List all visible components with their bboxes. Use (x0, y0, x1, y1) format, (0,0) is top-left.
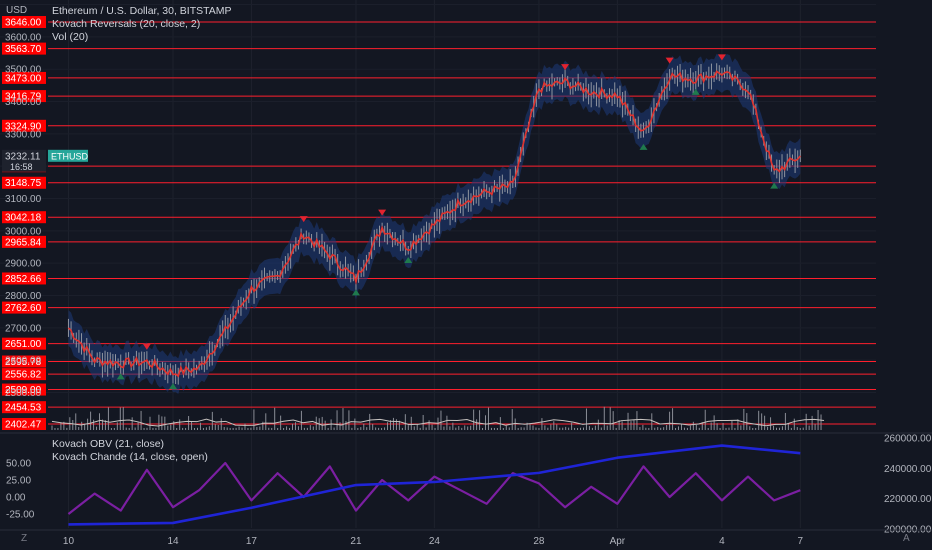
price-level-label: 2556.82 (5, 370, 42, 381)
oscillator-right-label: 240000.00 (884, 464, 932, 475)
price-tick-label: 3600.00 (5, 32, 42, 43)
volume-pane (51, 406, 825, 430)
oscillator-left-label: 0.00 (6, 493, 26, 504)
price-level-label: 2852.66 (5, 274, 42, 285)
price-level-label: 2402.47 (5, 420, 42, 431)
currency-label: USD (6, 5, 27, 16)
axes: USD 2500.00 2600.00 2700.00 2800.00 2900.00 30… (0, 5, 932, 547)
price-tick-label: 2600.00 (5, 356, 42, 367)
legend-vol: Vol (20) (52, 31, 89, 43)
ticker-label: ETHUSD (51, 151, 89, 161)
price-tick-label: 3000.00 (5, 226, 42, 237)
oscillator-left-label: 50.00 (6, 459, 31, 470)
date-tick-label: 17 (246, 536, 258, 547)
price-level-label: 3646.00 (5, 18, 42, 29)
price-level-label: 2762.60 (5, 303, 42, 314)
legend-obv: Kovach OBV (21, close) (52, 438, 165, 450)
price-level-label: 3148.75 (5, 178, 42, 189)
price-level-label: 3042.18 (5, 213, 42, 224)
price-tick-label: 3500.00 (5, 65, 42, 76)
zoom-button[interactable]: Z (21, 533, 27, 544)
date-tick-label: 10 (63, 536, 75, 547)
price-tick-label: 2500.00 (5, 388, 42, 399)
legend-main: Ethereum / U.S. Dollar, 30, BITSTAMP (52, 5, 232, 17)
price-level-label: 3563.70 (5, 44, 42, 55)
chart-svg[interactable]: 3646.003563.703473.003416.793324.903200.… (0, 0, 932, 550)
date-tick-label: Apr (610, 536, 626, 547)
legend-kovach-reversals: Kovach Reversals (20, close, 2) (52, 18, 201, 30)
date-tick-label: 7 (798, 536, 804, 547)
price-tick-label: 3300.00 (5, 129, 42, 140)
oscillator-left-label: 25.00 (6, 476, 31, 487)
date-tick-label: 24 (429, 536, 441, 547)
oscillator-right-label: 260000.00 (884, 434, 932, 445)
auto-scale-button[interactable]: A (903, 533, 910, 544)
price-level-label: 2651.00 (5, 339, 42, 350)
date-tick-label: 28 (533, 536, 545, 547)
price-tick-label: 2800.00 (5, 291, 42, 302)
price-tick-label: 3400.00 (5, 97, 42, 108)
date-tick-label: 4 (719, 536, 725, 547)
price-level-label: 2965.84 (5, 237, 42, 248)
ticker-countdown: 16:58 (10, 162, 33, 172)
oscillator-left-label: -25.00 (6, 510, 35, 521)
price-tick-label: 2700.00 (5, 323, 42, 334)
date-tick-label: 21 (350, 536, 362, 547)
date-tick-label: 14 (167, 536, 179, 547)
reversal-down-marker (378, 209, 387, 216)
legend-chande: Kovach Chande (14, close, open) (52, 451, 208, 463)
price-level-label: 2454.53 (5, 403, 42, 414)
oscillator-right-label: 220000.00 (884, 494, 932, 505)
ticker-price: 3232.11 (5, 151, 41, 162)
price-tick-label: 3100.00 (5, 194, 42, 205)
price-tick-label: 2900.00 (5, 259, 42, 270)
